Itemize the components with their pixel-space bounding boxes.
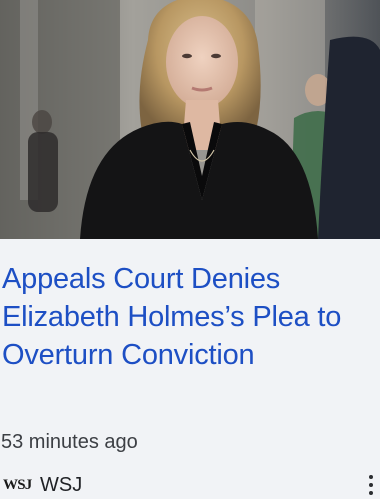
more-dot bbox=[369, 475, 373, 479]
news-card[interactable]: Appeals Court Denies Elizabeth Holmes’s … bbox=[0, 0, 380, 499]
more-dot bbox=[369, 491, 373, 495]
more-dot bbox=[369, 483, 373, 487]
article-photo[interactable] bbox=[0, 0, 380, 239]
article-photo-image bbox=[0, 0, 380, 239]
more-options-icon[interactable] bbox=[366, 472, 376, 499]
source-logo: WSJ bbox=[3, 477, 32, 493]
source-row: WSJ WSJ bbox=[0, 470, 380, 499]
article-headline[interactable]: Appeals Court Denies Elizabeth Holmes’s … bbox=[2, 260, 374, 374]
source-name: WSJ bbox=[40, 474, 83, 496]
article-timestamp: 53 minutes ago bbox=[1, 431, 138, 453]
